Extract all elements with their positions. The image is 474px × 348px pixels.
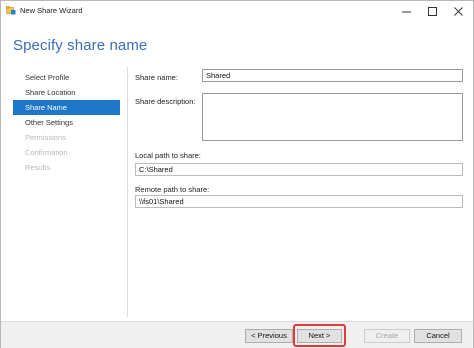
next-button-highlight — [293, 324, 346, 347]
share-description-label: Share description: — [135, 97, 196, 106]
nav-item-select-profile[interactable]: Select Profile — [13, 70, 120, 85]
share-name-label: Share name: — [135, 73, 178, 82]
previous-button[interactable]: < Previous — [245, 329, 293, 343]
nav-item-share-name[interactable]: Share Name — [13, 100, 120, 115]
share-name-form: Share name: Shared Share description: Lo… — [127, 67, 467, 317]
local-path-label: Local path to share: — [135, 151, 201, 160]
share-name-input[interactable]: Shared — [202, 69, 463, 82]
share-description-textarea[interactable] — [202, 93, 463, 141]
wizard-window: New Share Wizard Specify share name Sele… — [0, 0, 474, 348]
remote-path-field[interactable]: \\fs01\Shared — [135, 195, 463, 208]
content-divider — [127, 67, 128, 317]
nav-item-results: Results — [25, 163, 51, 172]
window-title: New Share Wizard — [20, 6, 83, 15]
cancel-button[interactable]: Cancel — [414, 329, 462, 343]
create-button: Create — [364, 329, 410, 343]
wizard-steps-nav: Select Profile Share Location Share Name… — [13, 70, 120, 175]
close-button[interactable] — [445, 1, 471, 21]
nav-item-share-location[interactable]: Share Location — [13, 85, 120, 100]
remote-path-label: Remote path to share: — [135, 185, 210, 194]
share-wizard-icon — [6, 6, 16, 15]
local-path-field[interactable]: C:\Shared — [135, 163, 463, 176]
minimize-button[interactable] — [393, 1, 419, 21]
title-bar: New Share Wizard — [1, 1, 473, 21]
page-title: Specify share name — [13, 37, 148, 54]
nav-item-confirmation: Confirmation — [25, 148, 68, 157]
nav-item-permissions: Permissions — [25, 133, 66, 142]
nav-item-other-settings[interactable]: Other Settings — [13, 115, 120, 130]
maximize-button[interactable] — [419, 1, 445, 21]
maximize-icon — [427, 6, 437, 16]
minimize-icon — [401, 11, 411, 12]
wizard-header: Specify share name — [1, 21, 473, 65]
close-icon — [453, 6, 463, 16]
